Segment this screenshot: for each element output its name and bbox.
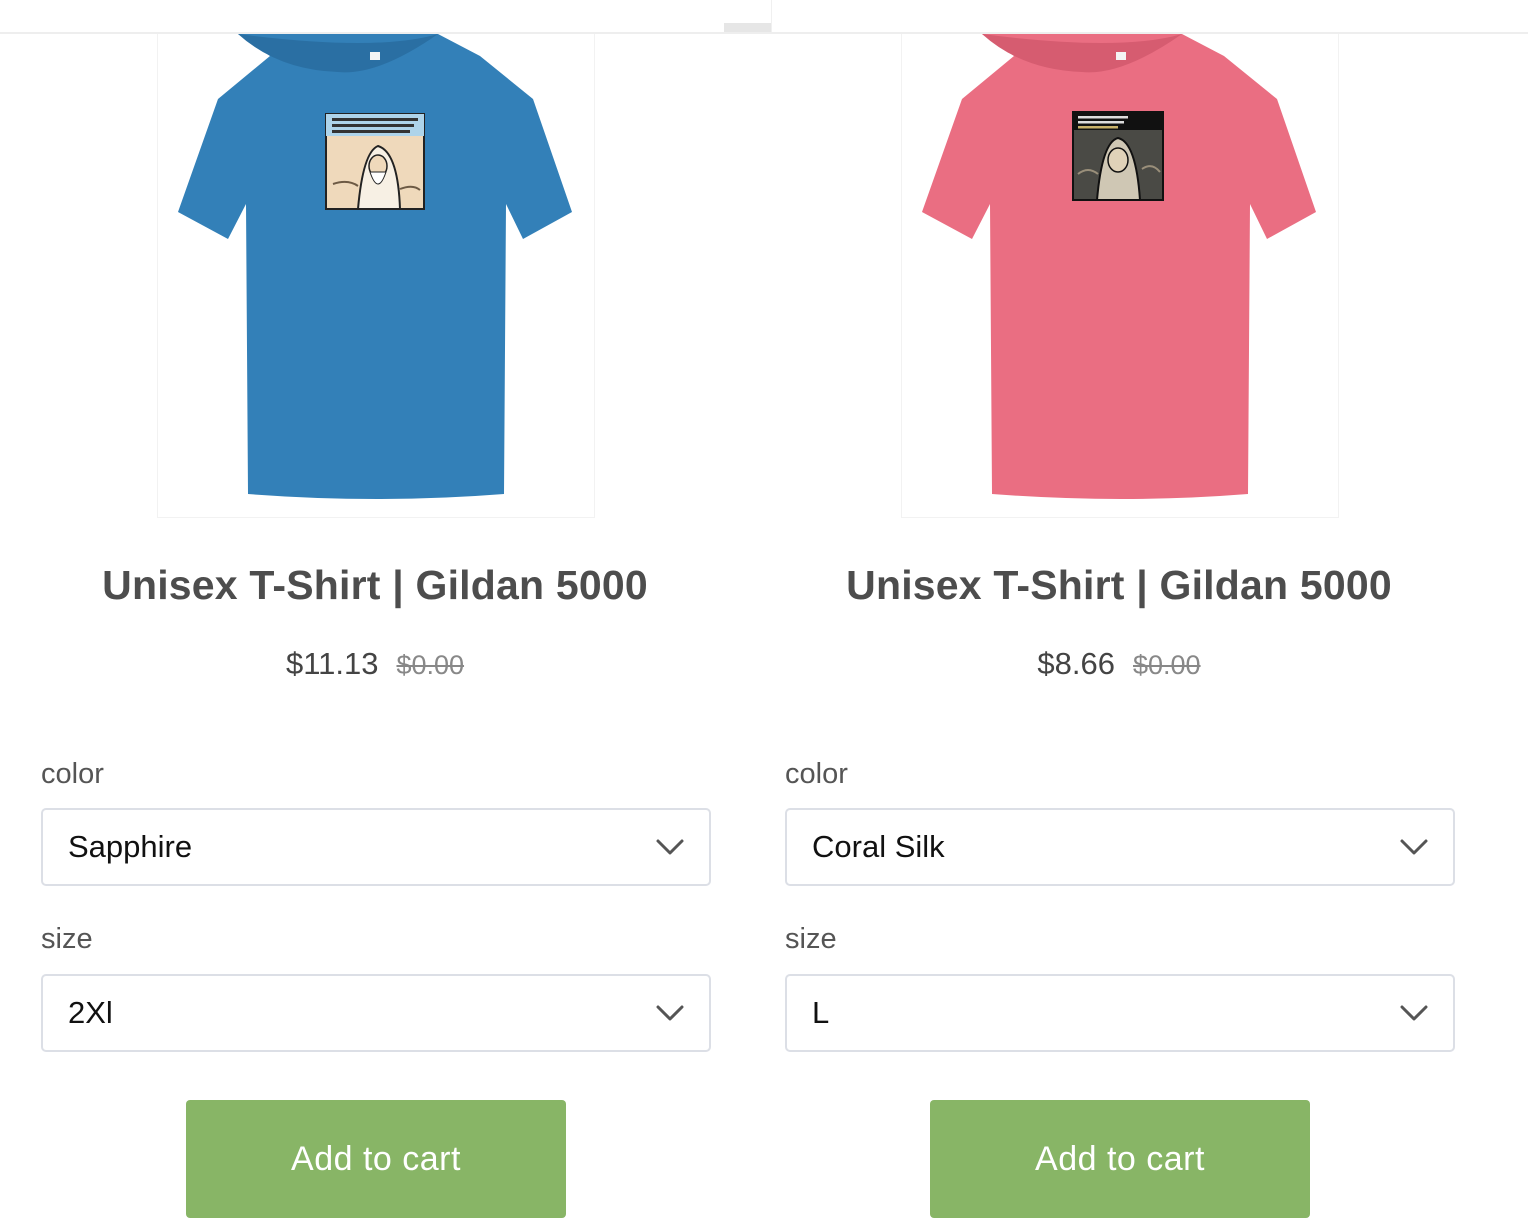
chevron-down-icon [1400, 1005, 1428, 1021]
size-label: size [785, 923, 837, 955]
chevron-down-icon [656, 1005, 684, 1021]
price-row: $11.13 $0.00 [0, 646, 750, 682]
chevron-down-icon [656, 839, 684, 855]
current-price: $11.13 [285, 646, 379, 681]
tshirt-image [178, 34, 572, 499]
original-price: $0.00 [396, 650, 465, 680]
color-select[interactable]: Coral Silk [785, 808, 1455, 886]
color-select[interactable]: Sapphire [41, 808, 711, 886]
size-select-value: 2Xl [68, 995, 113, 1030]
product-card: Unisex T-Shirt | Gildan 5000 $8.66 $0.00 … [744, 34, 1488, 1230]
size-select-value: L [812, 995, 830, 1030]
add-to-cart-button[interactable]: Add to cart [186, 1100, 566, 1218]
product-title[interactable]: Unisex T-Shirt | Gildan 5000 [0, 562, 750, 609]
column-divider [771, 0, 772, 32]
current-price: $8.66 [1037, 646, 1115, 681]
chevron-down-icon [1400, 839, 1428, 855]
scroll-indicator [724, 23, 772, 32]
color-select-value: Sapphire [68, 829, 193, 864]
color-label: color [41, 758, 104, 790]
color-select-value: Coral Silk [812, 829, 945, 864]
product-image[interactable] [901, 34, 1339, 518]
color-label: color [785, 758, 848, 790]
size-select[interactable]: 2Xl [41, 974, 711, 1052]
size-label: size [41, 923, 93, 955]
product-title[interactable]: Unisex T-Shirt | Gildan 5000 [744, 562, 1494, 609]
product-card: Unisex T-Shirt | Gildan 5000 $11.13 $0.00… [0, 34, 744, 1230]
tshirt-image [922, 34, 1316, 499]
size-select[interactable]: L [785, 974, 1455, 1052]
original-price: $0.00 [1133, 650, 1201, 680]
add-to-cart-button[interactable]: Add to cart [930, 1100, 1310, 1218]
product-image[interactable] [157, 34, 595, 518]
price-row: $8.66 $0.00 [744, 646, 1494, 682]
top-bar [0, 0, 1528, 34]
